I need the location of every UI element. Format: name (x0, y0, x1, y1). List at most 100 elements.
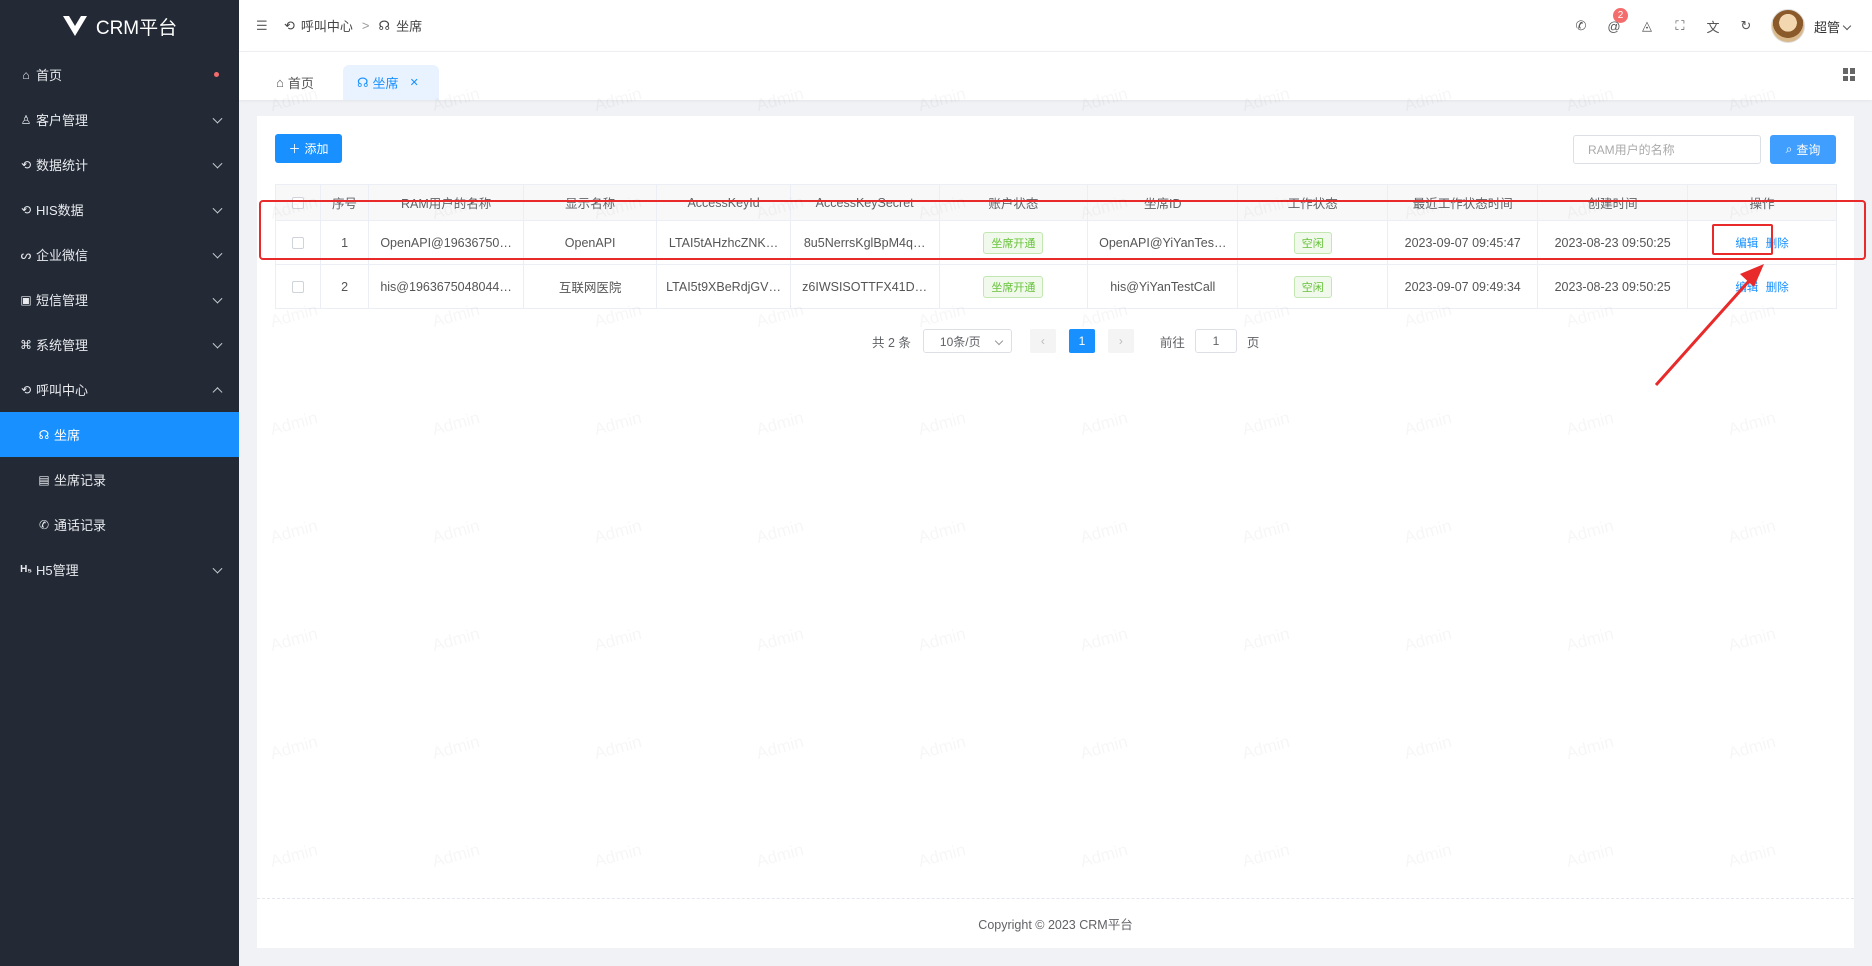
sidebar-item-label: 坐席 (54, 428, 81, 443)
breadcrumb-item: 坐席 (396, 19, 423, 34)
phone-icon[interactable]: ✆ (1573, 18, 1589, 34)
edit-button[interactable]: 编辑 (1735, 282, 1758, 294)
sidebar-item-customers[interactable]: ♙ 客户管理 (0, 97, 239, 142)
goto-label: 前往 (1159, 335, 1185, 350)
chevron-down-icon (212, 563, 223, 574)
chart-icon: ⟲ (20, 157, 32, 172)
sidebar-item-sms[interactable]: ▣ 短信管理 (0, 277, 239, 322)
notification-badge: 2 (1612, 8, 1628, 23)
chevron-down-icon (212, 113, 223, 124)
annotation-row-highlight (259, 200, 1866, 260)
fullscreen-icon[interactable]: ⛶ (1672, 18, 1688, 34)
header-actions: ✆ @2 ◬ ⛶ 文 ↻ 超管 (1573, 0, 1850, 52)
prev-page-button[interactable]: ‹ (1029, 329, 1056, 353)
copyright-text: Copyright © 2023 CRM平台 (978, 918, 1133, 932)
home-icon: ⌂ (22, 67, 30, 82)
sidebar-item-statistics[interactable]: ⟲ 数据统计 (0, 142, 239, 187)
status-badge: 空闲 (1293, 275, 1332, 298)
page-number[interactable]: 1 (1068, 329, 1095, 353)
pagination: 共 2 条 10条/页 ‹ 1 › 前往 1 页 (872, 329, 1259, 353)
sidebar-item-seats[interactable]: ☊ 坐席 (0, 412, 239, 457)
tab-seats[interactable]: ☊ 坐席 ✕ (343, 65, 439, 100)
top-header: ☰ ⟲ 呼叫中心 > ☊ 坐席 ✆ @2 ◬ ⛶ 文 ↻ 超管 (239, 0, 1872, 52)
command-icon: ⌘ (20, 337, 32, 352)
chevron-down-icon (212, 338, 223, 349)
chevron-down-icon (212, 158, 223, 169)
sidebar-item-label: HIS数据 (36, 203, 84, 218)
search-input[interactable]: RAM用户的名称 (1573, 135, 1761, 164)
cell-last-work-time: 2023-09-07 09:49:34 (1387, 264, 1539, 309)
close-icon[interactable]: ✕ (410, 76, 419, 89)
app-logo[interactable]: CRM平台 (0, 0, 239, 52)
cell-access-key-id: LTAI5t9XBeRdjGV… (656, 264, 791, 309)
next-page-button[interactable]: › (1107, 329, 1134, 353)
tab-home[interactable]: ⌂ 首页 (262, 65, 328, 100)
sidebar-item-home[interactable]: ⌂ 首页 (0, 52, 239, 97)
cell-actions: 编辑 删除 (1687, 264, 1837, 309)
add-button[interactable]: ＋ 添加 (275, 134, 342, 163)
cell-access-key-secret: z6IWSISOTTFX41D… (789, 264, 940, 309)
breadcrumb-item[interactable]: 呼叫中心 (301, 16, 353, 35)
query-button-label: 查询 (1796, 143, 1821, 157)
message-icon: ▣ (20, 292, 32, 307)
table-row: 2 his@1963675048044… 互联网医院 LTAI5t9XBeRdj… (275, 264, 1837, 309)
sidebar: CRM平台 ⌂ 首页 ♙ 客户管理 ⟲ 数据统计 ⟲ HIS数据 ᔕ 企业微信 … (0, 0, 239, 966)
sidebar-item-label: 首页 (36, 68, 63, 83)
breadcrumb-separator: > (361, 18, 370, 33)
headset-icon: ☊ (357, 74, 369, 90)
cell-ram-user: his@1963675048044… (368, 264, 524, 309)
sidebar-item-wecom[interactable]: ᔕ 企业微信 (0, 232, 239, 277)
sidebar-item-his-data[interactable]: ⟲ HIS数据 (0, 187, 239, 232)
add-button-label: 添加 (304, 142, 329, 156)
app-title: CRM平台 (95, 17, 178, 39)
page-suffix: 页 (1246, 335, 1260, 350)
search-icon: ⌕ (1785, 142, 1793, 156)
sidebar-item-seat-records[interactable]: ▤ 坐席记录 (0, 457, 239, 502)
sidebar-item-call-records[interactable]: ✆ 通话记录 (0, 502, 239, 547)
goto-page-input[interactable]: 1 (1194, 329, 1237, 353)
sidebar-item-h5[interactable]: H₅ H5管理 (0, 547, 239, 592)
menu-collapse-icon[interactable]: ☰ (256, 18, 270, 34)
at-icon[interactable]: @2 (1606, 8, 1628, 34)
translate-icon[interactable]: 文 (1705, 18, 1721, 35)
row-checkbox[interactable] (275, 264, 321, 309)
cell-index: 2 (319, 264, 370, 309)
sidebar-item-label: 短信管理 (36, 293, 89, 308)
sidebar-item-label: 系统管理 (36, 338, 89, 353)
grid-menu-icon[interactable] (1843, 68, 1856, 81)
breadcrumb: ⟲ 呼叫中心 > ☊ 坐席 (284, 16, 422, 35)
phone-icon: ✆ (38, 517, 50, 532)
total-count: 共 2 条 (872, 335, 911, 350)
query-button[interactable]: ⌕ 查询 (1770, 135, 1836, 164)
chevron-down-icon (212, 248, 223, 259)
call-center-icon: ⟲ (20, 382, 32, 397)
sidebar-item-label: 通话记录 (54, 518, 107, 533)
headset-icon: ☊ (38, 427, 50, 442)
logo-icon (62, 16, 87, 36)
user-name[interactable]: 超管 (1814, 17, 1850, 36)
avatar[interactable] (1770, 9, 1805, 43)
delete-button[interactable]: 删除 (1766, 282, 1789, 294)
sidebar-item-label: 坐席记录 (54, 473, 107, 488)
refresh-icon[interactable]: ↻ (1738, 18, 1754, 34)
chevron-up-icon (212, 386, 223, 397)
plus-icon: ＋ (288, 142, 301, 156)
annotation-edit-highlight (1712, 224, 1773, 255)
page-size-select[interactable]: 10条/页 (922, 329, 1012, 353)
sidebar-item-label: 企业微信 (36, 248, 89, 263)
bell-icon[interactable]: ◬ (1639, 18, 1655, 34)
sidebar-item-system[interactable]: ⌘ 系统管理 (0, 322, 239, 367)
status-badge: 坐席开通 (983, 275, 1044, 298)
h5-icon: H₅ (20, 564, 32, 575)
sidebar-item-label: 客户管理 (36, 113, 89, 128)
cell-created-at: 2023-08-23 09:50:25 (1537, 264, 1689, 309)
cell-seat-id: his@YiYanTestCall (1087, 264, 1239, 309)
user-icon: ♙ (20, 112, 32, 127)
cell-account-status: 坐席开通 (938, 264, 1089, 309)
cell-work-status: 空闲 (1237, 264, 1389, 309)
sidebar-item-label: H5管理 (36, 563, 79, 578)
tab-label: 首页 (287, 76, 314, 91)
breadcrumb-call-center-icon: ⟲ (284, 17, 295, 33)
sidebar-item-call-center[interactable]: ⟲ 呼叫中心 (0, 367, 239, 412)
clipboard-icon: ▤ (38, 472, 50, 487)
